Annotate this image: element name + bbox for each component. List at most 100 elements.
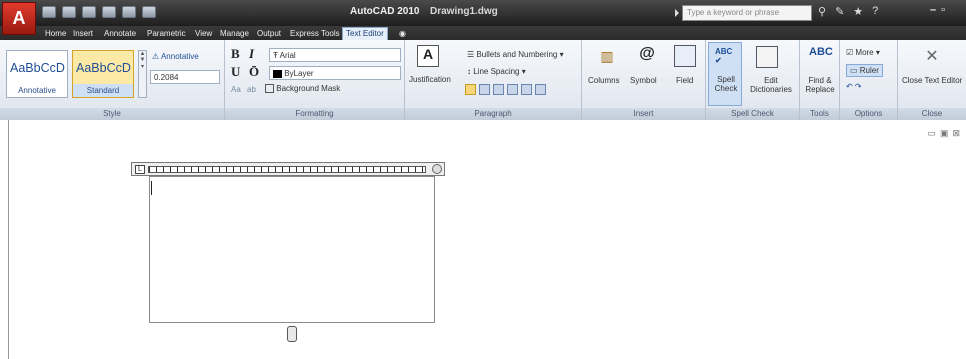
text-editor-ruler-bar: L <box>131 162 445 176</box>
annotative-icon: ⚠ <box>152 52 161 61</box>
undo-icon[interactable] <box>102 6 116 18</box>
edit-dictionaries-icon[interactable] <box>756 46 778 68</box>
tab-output[interactable]: Output <box>254 28 284 40</box>
background-mask-button[interactable]: Background Mask <box>265 84 340 94</box>
tab-type-icon[interactable]: L <box>135 165 145 174</box>
application-menu-button[interactable]: A <box>2 2 36 35</box>
drawing-area-border <box>8 120 9 359</box>
spell-check-button[interactable]: ABC ✔ Spell Check <box>708 42 742 106</box>
text-height-combo[interactable]: 0.2084 <box>150 70 220 84</box>
style-gallery-scroll[interactable]: ▲ ▼ ▾ <box>138 50 147 98</box>
find-replace-icon[interactable]: ABC <box>809 46 833 68</box>
spell-check-icon: ABC ✔ <box>715 47 733 65</box>
justification-label[interactable]: Justification <box>409 75 451 84</box>
columns-icon[interactable]: ▥ <box>596 48 618 70</box>
infocenter-toolbar: ⚲ ✎ ★ ? <box>818 5 878 18</box>
tools-panel: ABC Find & Replace Tools <box>800 40 840 120</box>
bold-button[interactable]: B <box>231 46 240 62</box>
mtext-edit-area[interactable] <box>149 176 435 323</box>
tab-extra-icon[interactable]: ◉ <box>396 28 409 40</box>
window-controls: – ▫ <box>930 4 945 16</box>
more-button[interactable]: ☑ More ▾ <box>846 48 880 57</box>
tab-text-editor[interactable]: Text Editor <box>342 27 388 40</box>
tab-annotate[interactable]: Annotate <box>101 28 139 40</box>
overline-button[interactable]: Ō <box>249 64 259 80</box>
minimize-icon[interactable]: – <box>930 4 936 16</box>
search-input[interactable]: Type a keyword or phrase <box>682 5 812 21</box>
insert-panel-title: Insert <box>582 108 705 120</box>
bullets-icon: ☰ <box>467 50 477 59</box>
tab-insert[interactable]: Insert <box>70 28 96 40</box>
align-justify-icon[interactable] <box>521 84 532 95</box>
save-icon[interactable] <box>82 6 96 18</box>
help-icon[interactable]: ? <box>872 5 878 18</box>
line-spacing-button[interactable]: ↕ Line Spacing ▾ <box>467 67 526 76</box>
open-icon[interactable] <box>62 6 76 18</box>
search-expand-icon[interactable] <box>675 9 679 17</box>
italic-button[interactable]: I <box>249 46 254 62</box>
style-name: Standard <box>73 84 133 97</box>
tools-panel-title[interactable]: Tools <box>800 108 839 120</box>
redo-icon[interactable] <box>122 6 136 18</box>
options-panel-title: Options <box>840 108 897 120</box>
column-resize-icon[interactable] <box>432 164 442 174</box>
find-replace-button[interactable]: Find & Replace <box>803 76 837 94</box>
style-annotative-swatch[interactable]: AaBbCcD Annotative <box>6 50 68 98</box>
field-button[interactable]: Field <box>676 76 693 85</box>
formatting-panel: B I U Ō Ŧ Arial ByLayer Aa ab Background… <box>225 40 405 120</box>
style-standard-swatch[interactable]: AaBbCcD Standard <box>72 50 134 98</box>
underline-button[interactable]: U <box>231 64 240 80</box>
subscription-icon[interactable]: ✎ <box>835 5 844 18</box>
minimize-viewport-icon[interactable]: ▭ <box>927 128 936 139</box>
search-icon[interactable]: ⚲ <box>818 5 826 18</box>
tab-view[interactable]: View <box>192 28 215 40</box>
ribbon-tabs: Home Insert Annotate Parametric View Man… <box>0 26 966 40</box>
bullets-numbering-button[interactable]: ☰ Bullets and Numbering ▾ <box>467 50 564 59</box>
more-icon: ☑ <box>846 48 856 57</box>
color-combo[interactable]: ByLayer <box>269 66 401 80</box>
autocad-logo: A <box>12 8 26 28</box>
font-icon: Ŧ <box>273 51 280 60</box>
close-text-editor-button[interactable]: Close Text Editor <box>902 76 962 85</box>
paragraph-alignment-row <box>465 84 546 95</box>
symbol-icon[interactable]: @ <box>636 45 658 67</box>
style-name: Annotative <box>18 86 56 95</box>
align-center-icon[interactable] <box>493 84 504 95</box>
communication-icon[interactable]: ★ <box>853 5 863 18</box>
close-panel-title: Close <box>898 108 966 120</box>
align-left-icon[interactable] <box>479 84 490 95</box>
align-distribute-icon[interactable] <box>535 84 546 95</box>
restore-viewport-icon[interactable]: ▣ <box>940 128 949 139</box>
new-icon[interactable] <box>42 6 56 18</box>
insert-panel: ▥ Columns @ Symbol Field Insert <box>582 40 706 120</box>
style-sample: AaBbCcD <box>76 61 131 75</box>
plot-icon[interactable] <box>142 6 156 18</box>
annotative-toggle[interactable]: ⚠ Annotative <box>152 52 199 61</box>
columns-button[interactable]: Columns <box>588 76 620 85</box>
restore-icon[interactable]: ▫ <box>941 4 945 16</box>
height-resize-handle[interactable] <box>287 326 297 342</box>
justification-icon[interactable]: A <box>417 45 439 67</box>
field-icon[interactable] <box>674 45 696 67</box>
paragraph-panel: A Justification ☰ Bullets and Numbering … <box>405 40 582 120</box>
uppercase-button[interactable]: Aa <box>231 85 241 94</box>
tab-express-tools[interactable]: Express Tools <box>287 28 343 40</box>
lowercase-button[interactable]: ab <box>247 85 256 94</box>
quick-access-toolbar <box>42 6 156 18</box>
close-icon[interactable]: ✕ <box>921 46 943 68</box>
tab-parametric[interactable]: Parametric <box>144 28 189 40</box>
font-combo[interactable]: Ŧ Arial <box>269 48 401 62</box>
align-default-icon[interactable] <box>465 84 476 95</box>
align-right-icon[interactable] <box>507 84 518 95</box>
symbol-button[interactable]: Symbol <box>630 76 657 85</box>
undo-redo-buttons[interactable]: ↶ ↷ <box>846 82 862 91</box>
ruler[interactable] <box>148 166 426 173</box>
close-viewport-icon[interactable]: ⊠ <box>952 128 960 139</box>
ruler-toggle[interactable]: ▭ Ruler <box>846 64 883 77</box>
ribbon: AaBbCcD Annotative AaBbCcD Standard ▲ ▼ ▾ … <box>0 40 966 120</box>
tab-manage[interactable]: Manage <box>217 28 252 40</box>
paragraph-panel-title: Paragraph <box>405 108 581 120</box>
style-sample: AaBbCcD <box>10 61 65 75</box>
tab-home[interactable]: Home <box>42 28 69 40</box>
edit-dictionaries-button[interactable]: Edit Dictionaries <box>748 76 794 94</box>
